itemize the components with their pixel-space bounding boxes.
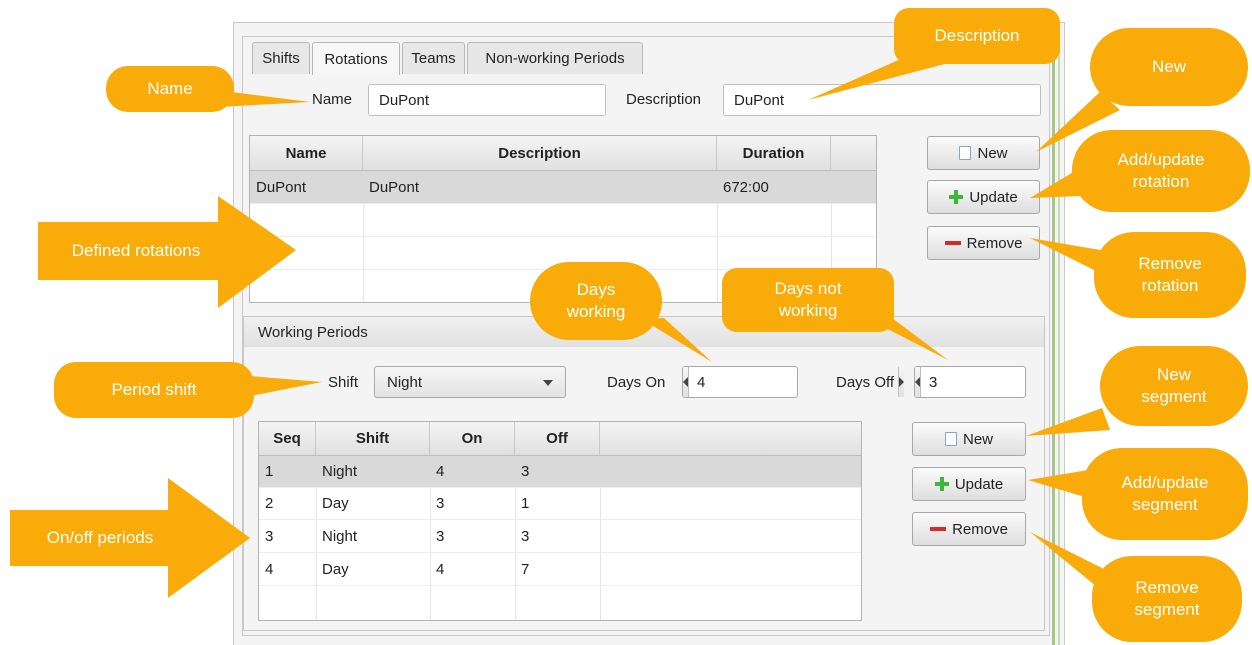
callout-remove-rotation: Remove rotation (1094, 232, 1246, 318)
callout-period-shift: Period shift (54, 362, 254, 418)
callout-add-update-rotation: Add/update rotation (1072, 130, 1250, 212)
callout-name: Name (106, 66, 234, 112)
callout-days-working: Days working (530, 262, 662, 340)
callout-new-segment: New segment (1100, 346, 1248, 426)
callout-remove-segment: Remove segment (1092, 556, 1242, 642)
callout-tail (1030, 532, 1106, 586)
callout-add-update-segment: Add/update segment (1082, 448, 1248, 540)
callout-defined-rotations: Defined rotations (71, 241, 201, 260)
callout-tail (250, 376, 322, 396)
callout-tail (1026, 408, 1110, 436)
callout-new: New (1090, 28, 1248, 106)
callout-tail (1028, 470, 1088, 498)
callout-description: Description (894, 8, 1060, 64)
callout-days-not-working: Days not working (722, 268, 894, 332)
callout-on-off-periods: On/off periods (46, 528, 154, 547)
